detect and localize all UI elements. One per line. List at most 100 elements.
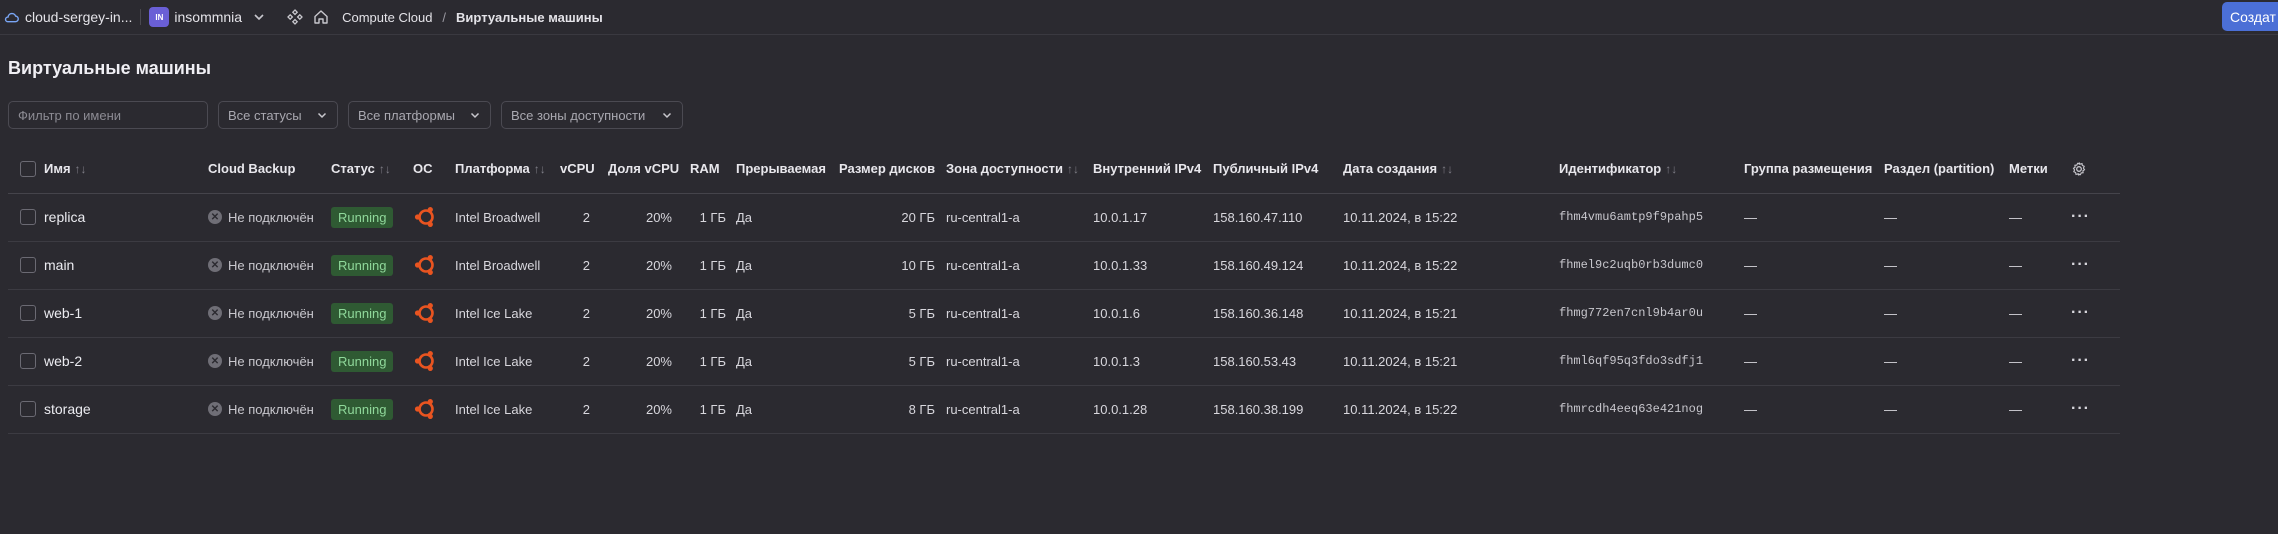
os-cell xyxy=(413,241,455,290)
row-select-cell[interactable] xyxy=(8,337,44,386)
status-badge: Running xyxy=(331,398,394,420)
select-all-cell[interactable] xyxy=(8,145,44,194)
ram-cell: 1 ГБ xyxy=(690,289,736,338)
table-row[interactable]: main ✕ Не подключён Running Intel Broadwe… xyxy=(8,241,2120,290)
col-labels: Метки xyxy=(2009,145,2071,194)
select-all-checkbox[interactable] xyxy=(20,160,36,177)
col-labels-label: Метки xyxy=(2009,161,2048,177)
row-menu-cell[interactable]: ··· xyxy=(2071,289,2120,338)
ram-cell: 1 ГБ xyxy=(690,385,736,434)
name-filter-input[interactable] xyxy=(8,101,208,129)
labels-cell: — xyxy=(2009,193,2071,242)
col-id[interactable]: Идентификатор ↑↓ xyxy=(1559,145,1744,194)
sort-icon[interactable]: ↑↓ xyxy=(75,162,87,176)
backup-status: ✕ Не подключён xyxy=(208,402,331,417)
table-row[interactable]: web-1 ✕ Не подключён Running Intel Ice La… xyxy=(8,289,2120,338)
services-icon[interactable] xyxy=(286,8,304,26)
row-select-cell[interactable] xyxy=(8,193,44,242)
partition-cell: — xyxy=(1884,385,2009,434)
status-filter-select[interactable]: Все статусы xyxy=(218,101,338,129)
folder-badge: IN xyxy=(149,7,170,27)
cloud-selector[interactable]: cloud-sergey-in... xyxy=(0,9,132,25)
col-name[interactable]: Имя ↑↓ xyxy=(44,145,208,194)
gear-icon[interactable] xyxy=(2071,161,2087,177)
status-cell: Running xyxy=(331,289,413,338)
row-checkbox[interactable] xyxy=(20,305,36,321)
placement-group-cell: — xyxy=(1744,337,1884,386)
row-select-cell[interactable] xyxy=(8,241,44,290)
sort-icon[interactable]: ↑↓ xyxy=(379,162,391,176)
sort-icon[interactable]: ↑↓ xyxy=(1665,162,1677,176)
created-cell: 10.11.2024, в 15:21 xyxy=(1343,337,1559,386)
sort-icon[interactable]: ↑↓ xyxy=(1067,162,1079,176)
sort-icon[interactable]: ↑↓ xyxy=(534,162,546,176)
row-checkbox[interactable] xyxy=(20,209,36,225)
vm-id-cell: fhmel9c2uqb0rb3dumc0 xyxy=(1559,241,1744,290)
folder-selector[interactable]: IN insommnia xyxy=(149,7,266,27)
vm-name[interactable]: storage xyxy=(44,385,208,434)
vm-name[interactable]: main xyxy=(44,241,208,290)
table-row[interactable]: replica ✕ Не подключён Running Intel Broa… xyxy=(8,193,2120,242)
col-os: ОС xyxy=(413,145,455,194)
row-checkbox[interactable] xyxy=(20,257,36,273)
col-id-label: Идентификатор xyxy=(1559,161,1662,177)
row-checkbox[interactable] xyxy=(20,401,36,417)
col-status[interactable]: Статус ↑↓ xyxy=(331,145,413,194)
row-menu-cell[interactable]: ··· xyxy=(2071,241,2120,290)
col-ipv4-internal: Внутренний IPv4 xyxy=(1093,145,1213,194)
row-select-cell[interactable] xyxy=(8,385,44,434)
zone-cell: ru-central1-a xyxy=(946,241,1093,290)
ipv4-public-cell: 158.160.47.110 xyxy=(1213,193,1343,242)
placement-group-cell: — xyxy=(1744,385,1884,434)
close-icon: ✕ xyxy=(208,402,222,416)
chevron-down-icon xyxy=(254,14,264,21)
preemptible-cell: Да xyxy=(736,337,839,386)
table-row[interactable]: storage ✕ Не подключён Running Intel Ice … xyxy=(8,385,2120,434)
close-icon: ✕ xyxy=(208,354,222,368)
col-platform[interactable]: Платформа ↑↓ xyxy=(455,145,560,194)
vcpu-share-cell: 20% xyxy=(608,193,690,242)
col-created[interactable]: Дата создания ↑↓ xyxy=(1343,145,1559,194)
vcpu-cell: 2 xyxy=(560,193,608,242)
sort-icon[interactable]: ↑↓ xyxy=(1441,162,1453,176)
table-row[interactable]: web-2 ✕ Не подключён Running Intel Ice La… xyxy=(8,337,2120,386)
ubuntu-icon xyxy=(414,207,434,227)
vm-name[interactable]: web-2 xyxy=(44,337,208,386)
divider xyxy=(140,9,142,25)
vm-name[interactable]: replica xyxy=(44,193,208,242)
row-menu-cell[interactable]: ··· xyxy=(2071,385,2120,434)
created-cell: 10.11.2024, в 15:22 xyxy=(1343,193,1559,242)
more-actions-icon[interactable]: ··· xyxy=(2071,352,2090,369)
zone-filter-select[interactable]: Все зоны доступности xyxy=(501,101,683,129)
breadcrumb-compute-cloud[interactable]: Compute Cloud xyxy=(342,10,432,25)
more-actions-icon[interactable]: ··· xyxy=(2071,304,2090,321)
backup-cell: ✕ Не подключён xyxy=(208,337,331,386)
more-actions-icon[interactable]: ··· xyxy=(2071,208,2090,225)
vm-table: Имя ↑↓ Cloud Backup Статус ↑↓ ОС Платформа… xyxy=(8,145,2120,434)
status-filter-value: Все статусы xyxy=(228,107,302,123)
status-cell: Running xyxy=(331,337,413,386)
col-zone[interactable]: Зона доступности ↑↓ xyxy=(946,145,1093,194)
row-select-cell[interactable] xyxy=(8,289,44,338)
more-actions-icon[interactable]: ··· xyxy=(2071,400,2090,417)
platform-filter-select[interactable]: Все платформы xyxy=(348,101,491,129)
platform-cell: Intel Ice Lake xyxy=(455,337,560,386)
col-preemptible-label: Прерываемая xyxy=(736,161,826,177)
create-vm-button[interactable]: Создат xyxy=(2222,2,2278,31)
zone-cell: ru-central1-a xyxy=(946,385,1093,434)
backup-label: Не подключён xyxy=(228,353,314,369)
os-cell xyxy=(413,289,455,338)
more-actions-icon[interactable]: ··· xyxy=(2071,256,2090,273)
close-icon: ✕ xyxy=(208,210,222,224)
disk-cell: 8 ГБ xyxy=(839,385,946,434)
col-settings[interactable] xyxy=(2071,145,2120,194)
vm-name[interactable]: web-1 xyxy=(44,289,208,338)
vm-table-body: replica ✕ Не подключён Running Intel Broa… xyxy=(8,193,2120,434)
preemptible-cell: Да xyxy=(736,385,839,434)
row-checkbox[interactable] xyxy=(20,353,36,369)
home-icon[interactable] xyxy=(312,8,330,26)
ipv4-internal-cell: 10.0.1.33 xyxy=(1093,241,1213,290)
row-menu-cell[interactable]: ··· xyxy=(2071,193,2120,242)
row-menu-cell[interactable]: ··· xyxy=(2071,337,2120,386)
partition-cell: — xyxy=(1884,241,2009,290)
